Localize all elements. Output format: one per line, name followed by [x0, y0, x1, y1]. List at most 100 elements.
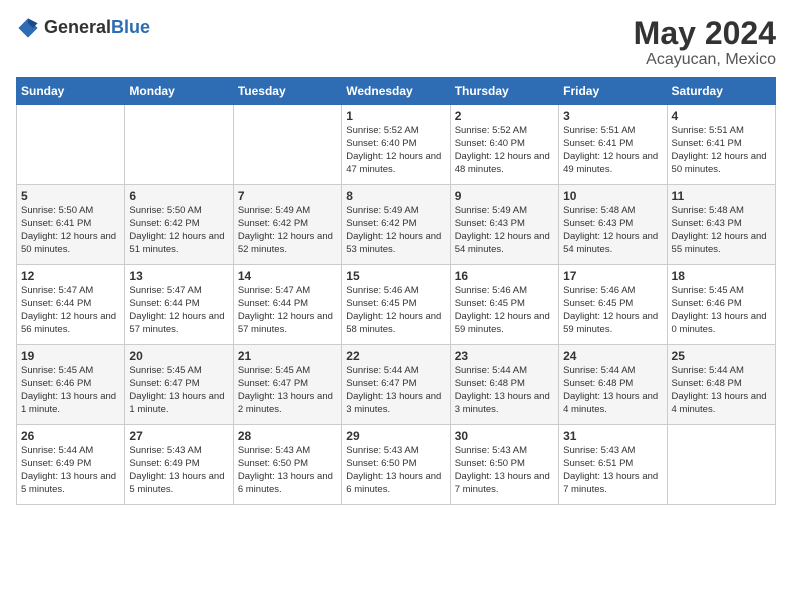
calendar-cell: 22Sunrise: 5:44 AM Sunset: 6:47 PM Dayli… — [342, 345, 450, 425]
day-number: 15 — [346, 269, 445, 283]
calendar-cell: 10 Sunrise: 5:48 AM Sunset: 6:43 PM Dayli… — [559, 185, 667, 265]
day-info: Sunrise: 5:48 AM Sunset: 6:43 PM Dayligh… — [672, 205, 771, 256]
calendar-cell: 25 Sunrise: 5:44 AM Sunset: 6:48 PM Dayli… — [667, 345, 775, 425]
day-info: Sunrise: 5:45 AM Sunset: 6:47 PM Dayligh… — [238, 365, 337, 416]
day-number: 9 — [455, 189, 554, 203]
day-info: Sunrise: 5:43 AM Sunset: 6:50 PM Dayligh… — [238, 445, 337, 496]
day-number: 14 — [238, 269, 337, 283]
day-number: 4 — [672, 109, 771, 123]
calendar-table: SundayMondayTuesdayWednesdayThursdayFrid… — [16, 77, 776, 505]
calendar-cell — [667, 425, 775, 505]
day-number: 21 — [238, 349, 337, 363]
day-info: Sunrise: 5:50 AM Sunset: 6:42 PM Dayligh… — [129, 205, 228, 256]
header-day-sunday: Sunday — [17, 78, 125, 105]
day-info: Sunrise: 5:47 AM Sunset: 6:44 PM Dayligh… — [238, 285, 337, 336]
calendar-week-4: 19Sunrise: 5:45 AM Sunset: 6:46 PM Dayli… — [17, 345, 776, 425]
calendar-cell: 5 Sunrise: 5:50 AM Sunset: 6:41 PM Daylig… — [17, 185, 125, 265]
day-info: Sunrise: 5:43 AM Sunset: 6:50 PM Dayligh… — [346, 445, 445, 496]
day-info: Sunrise: 5:45 AM Sunset: 6:47 PM Dayligh… — [129, 365, 228, 416]
calendar-cell — [125, 105, 233, 185]
calendar-body: 1Sunrise: 5:52 AM Sunset: 6:40 PM Daylig… — [17, 105, 776, 505]
calendar-cell: 9 Sunrise: 5:49 AM Sunset: 6:43 PM Daylig… — [450, 185, 558, 265]
day-number: 2 — [455, 109, 554, 123]
calendar-cell: 4 Sunrise: 5:51 AM Sunset: 6:41 PM Daylig… — [667, 105, 775, 185]
calendar-week-5: 26Sunrise: 5:44 AM Sunset: 6:49 PM Dayli… — [17, 425, 776, 505]
calendar-cell: 15 Sunrise: 5:46 AM Sunset: 6:45 PM Dayli… — [342, 265, 450, 345]
page-header: GeneralBlue May 2024 Acayucan, Mexico — [16, 16, 776, 69]
day-number: 25 — [672, 349, 771, 363]
calendar-cell: 2 Sunrise: 5:52 AM Sunset: 6:40 PM Daylig… — [450, 105, 558, 185]
day-info: Sunrise: 5:49 AM Sunset: 6:43 PM Dayligh… — [455, 205, 554, 256]
day-info: Sunrise: 5:44 AM Sunset: 6:48 PM Dayligh… — [563, 365, 662, 416]
day-number: 24 — [563, 349, 662, 363]
calendar-cell: 6 Sunrise: 5:50 AM Sunset: 6:42 PM Daylig… — [125, 185, 233, 265]
calendar-cell: 16 Sunrise: 5:46 AM Sunset: 6:45 PM Dayli… — [450, 265, 558, 345]
calendar-cell: 18 Sunrise: 5:45 AM Sunset: 6:46 PM Dayli… — [667, 265, 775, 345]
day-info: Sunrise: 5:49 AM Sunset: 6:42 PM Dayligh… — [238, 205, 337, 256]
calendar-cell: 29 Sunrise: 5:43 AM Sunset: 6:50 PM Dayli… — [342, 425, 450, 505]
header-day-friday: Friday — [559, 78, 667, 105]
calendar-cell — [233, 105, 341, 185]
header-day-monday: Monday — [125, 78, 233, 105]
day-info: Sunrise: 5:52 AM Sunset: 6:40 PM Dayligh… — [455, 125, 554, 176]
day-number: 16 — [455, 269, 554, 283]
day-number: 13 — [129, 269, 228, 283]
day-info: Sunrise: 5:52 AM Sunset: 6:40 PM Dayligh… — [346, 125, 445, 176]
day-info: Sunrise: 5:47 AM Sunset: 6:44 PM Dayligh… — [21, 285, 120, 336]
title-block: May 2024 Acayucan, Mexico — [634, 16, 776, 69]
day-number: 7 — [238, 189, 337, 203]
day-info: Sunrise: 5:50 AM Sunset: 6:41 PM Dayligh… — [21, 205, 120, 256]
calendar-week-3: 12 Sunrise: 5:47 AM Sunset: 6:44 PM Dayli… — [17, 265, 776, 345]
day-number: 12 — [21, 269, 120, 283]
day-info: Sunrise: 5:46 AM Sunset: 6:45 PM Dayligh… — [455, 285, 554, 336]
header-day-wednesday: Wednesday — [342, 78, 450, 105]
day-number: 11 — [672, 189, 771, 203]
day-info: Sunrise: 5:51 AM Sunset: 6:41 PM Dayligh… — [672, 125, 771, 176]
calendar-cell: 17 Sunrise: 5:46 AM Sunset: 6:45 PM Dayli… — [559, 265, 667, 345]
calendar-cell: 11 Sunrise: 5:48 AM Sunset: 6:43 PM Dayli… — [667, 185, 775, 265]
calendar-cell: 1Sunrise: 5:52 AM Sunset: 6:40 PM Daylig… — [342, 105, 450, 185]
day-info: Sunrise: 5:48 AM Sunset: 6:43 PM Dayligh… — [563, 205, 662, 256]
calendar-cell: 23Sunrise: 5:44 AM Sunset: 6:48 PM Dayli… — [450, 345, 558, 425]
calendar-cell — [17, 105, 125, 185]
logo: GeneralBlue — [16, 16, 150, 40]
day-number: 5 — [21, 189, 120, 203]
calendar-week-1: 1Sunrise: 5:52 AM Sunset: 6:40 PM Daylig… — [17, 105, 776, 185]
calendar-cell: 27Sunrise: 5:43 AM Sunset: 6:49 PM Dayli… — [125, 425, 233, 505]
day-number: 31 — [563, 429, 662, 443]
calendar-cell: 12 Sunrise: 5:47 AM Sunset: 6:44 PM Dayli… — [17, 265, 125, 345]
day-number: 28 — [238, 429, 337, 443]
day-info: Sunrise: 5:47 AM Sunset: 6:44 PM Dayligh… — [129, 285, 228, 336]
day-info: Sunrise: 5:46 AM Sunset: 6:45 PM Dayligh… — [563, 285, 662, 336]
day-number: 20 — [129, 349, 228, 363]
day-number: 6 — [129, 189, 228, 203]
day-number: 17 — [563, 269, 662, 283]
calendar-cell: 26Sunrise: 5:44 AM Sunset: 6:49 PM Dayli… — [17, 425, 125, 505]
calendar-cell: 21 Sunrise: 5:45 AM Sunset: 6:47 PM Dayli… — [233, 345, 341, 425]
day-info: Sunrise: 5:44 AM Sunset: 6:48 PM Dayligh… — [672, 365, 771, 416]
day-info: Sunrise: 5:49 AM Sunset: 6:42 PM Dayligh… — [346, 205, 445, 256]
logo-icon — [16, 16, 40, 40]
day-number: 8 — [346, 189, 445, 203]
day-info: Sunrise: 5:45 AM Sunset: 6:46 PM Dayligh… — [672, 285, 771, 336]
calendar-title: May 2024 — [634, 16, 776, 51]
day-number: 10 — [563, 189, 662, 203]
day-info: Sunrise: 5:43 AM Sunset: 6:50 PM Dayligh… — [455, 445, 554, 496]
day-number: 22 — [346, 349, 445, 363]
calendar-subtitle: Acayucan, Mexico — [634, 51, 776, 69]
day-number: 29 — [346, 429, 445, 443]
day-info: Sunrise: 5:44 AM Sunset: 6:48 PM Dayligh… — [455, 365, 554, 416]
calendar-cell: 3Sunrise: 5:51 AM Sunset: 6:41 PM Daylig… — [559, 105, 667, 185]
day-number: 3 — [563, 109, 662, 123]
calendar-cell: 8 Sunrise: 5:49 AM Sunset: 6:42 PM Daylig… — [342, 185, 450, 265]
day-number: 30 — [455, 429, 554, 443]
calendar-cell: 20 Sunrise: 5:45 AM Sunset: 6:47 PM Dayli… — [125, 345, 233, 425]
day-number: 18 — [672, 269, 771, 283]
calendar-week-2: 5 Sunrise: 5:50 AM Sunset: 6:41 PM Daylig… — [17, 185, 776, 265]
calendar-cell: 14 Sunrise: 5:47 AM Sunset: 6:44 PM Dayli… — [233, 265, 341, 345]
day-info: Sunrise: 5:43 AM Sunset: 6:51 PM Dayligh… — [563, 445, 662, 496]
calendar-cell: 7 Sunrise: 5:49 AM Sunset: 6:42 PM Daylig… — [233, 185, 341, 265]
day-info: Sunrise: 5:46 AM Sunset: 6:45 PM Dayligh… — [346, 285, 445, 336]
calendar-cell: 13 Sunrise: 5:47 AM Sunset: 6:44 PM Dayli… — [125, 265, 233, 345]
day-number: 27 — [129, 429, 228, 443]
